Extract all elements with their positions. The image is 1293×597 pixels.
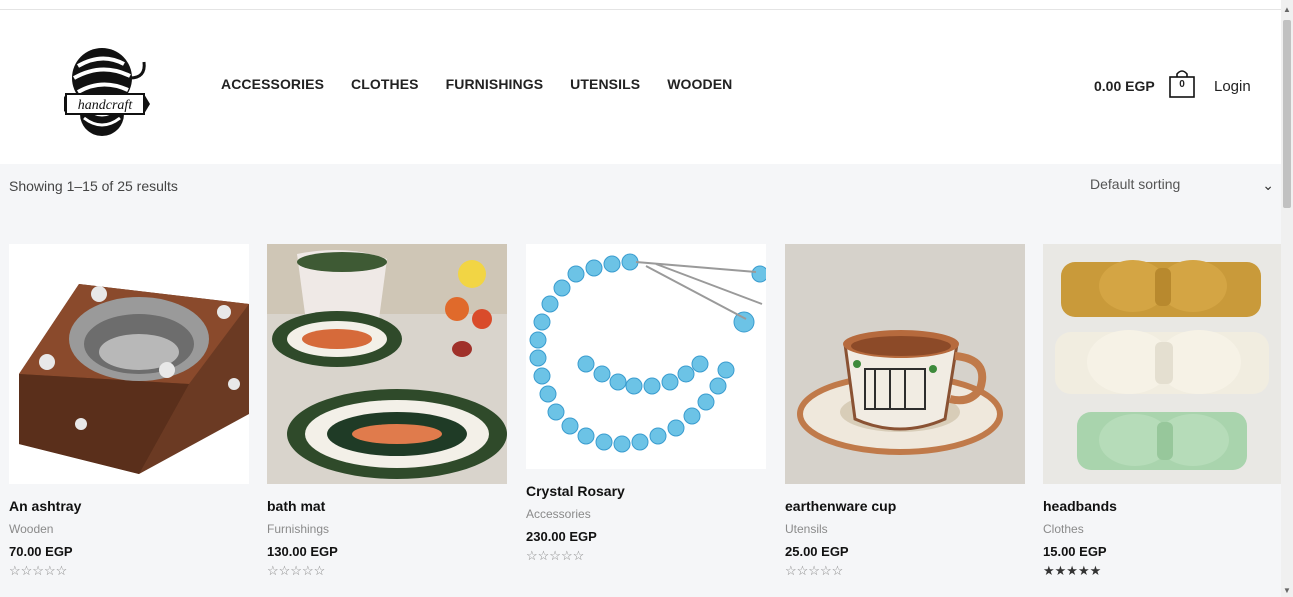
star-rating: ☆☆☆☆☆	[785, 563, 844, 578]
star-rating: ☆☆☆☆☆	[526, 548, 585, 563]
product-price: 70.00 EGP	[9, 544, 73, 559]
product-price: 15.00 EGP	[1043, 544, 1107, 559]
product-category[interactable]: Clothes	[1043, 522, 1283, 536]
login-link[interactable]: Login	[1214, 78, 1251, 95]
logo-text: handcraft	[78, 98, 134, 113]
product-category[interactable]: Utensils	[785, 522, 1025, 536]
browser-top-bar	[0, 0, 1281, 10]
product-price: 25.00 EGP	[785, 544, 849, 559]
handcraft-logo[interactable]: handcraft	[64, 38, 152, 138]
ashtray-image[interactable]	[9, 244, 249, 484]
nav-wooden[interactable]: WOODEN	[667, 76, 732, 92]
chevron-down-icon: ⌄	[1262, 177, 1274, 193]
scroll-down-arrow-icon[interactable]: ▼	[1283, 586, 1291, 595]
cart-total[interactable]: 0.00 EGP	[1094, 78, 1155, 94]
sorting-value: Default sorting	[1090, 176, 1181, 192]
bath-mat-image[interactable]	[267, 244, 507, 484]
cup-image[interactable]	[785, 244, 1025, 484]
nav-furnishings[interactable]: FURNISHINGS	[446, 76, 544, 92]
product-category[interactable]: Furnishings	[267, 522, 507, 536]
product-price: 230.00 EGP	[526, 529, 597, 544]
product-category[interactable]: Accessories	[526, 507, 766, 521]
product-card[interactable]: An ashtray Wooden 70.00 EGP ☆☆☆☆☆	[9, 244, 249, 579]
product-category[interactable]: Wooden	[9, 522, 249, 536]
star-rating: ★★★★★	[1043, 563, 1102, 578]
product-card[interactable]: headbands Clothes 15.00 EGP ★★★★★	[1043, 244, 1283, 579]
scrollbar-thumb[interactable]	[1283, 20, 1291, 208]
product-name[interactable]: earthenware cup	[785, 498, 1025, 514]
cart-count: 0	[1179, 79, 1185, 90]
headbands-image[interactable]	[1043, 244, 1283, 484]
nav-utensils[interactable]: UTENSILS	[570, 76, 640, 92]
nav-clothes[interactable]: CLOTHES	[351, 76, 419, 92]
product-card[interactable]: bath mat Furnishings 130.00 EGP ☆☆☆☆☆	[267, 244, 507, 579]
product-name[interactable]: bath mat	[267, 498, 507, 514]
product-name[interactable]: Crystal Rosary	[526, 483, 766, 499]
nav-accessories[interactable]: ACCESSORIES	[221, 76, 324, 92]
product-name[interactable]: headbands	[1043, 498, 1283, 514]
star-rating: ☆☆☆☆☆	[267, 563, 326, 578]
product-price: 130.00 EGP	[267, 544, 338, 559]
results-count: Showing 1–15 of 25 results	[9, 178, 178, 194]
page-scrollbar[interactable]: ▲ ▼	[1281, 0, 1293, 597]
scroll-up-arrow-icon[interactable]: ▲	[1283, 5, 1291, 14]
site-header: handcraft ACCESSORIES CLOTHES FURNISHING…	[0, 10, 1281, 164]
sorting-select[interactable]: Default sorting ⌄	[1090, 176, 1280, 198]
product-name[interactable]: An ashtray	[9, 498, 249, 514]
product-card[interactable]: earthenware cup Utensils 25.00 EGP ☆☆☆☆☆	[785, 244, 1025, 579]
product-card[interactable]: Crystal Rosary Accessories 230.00 EGP ☆☆…	[526, 244, 766, 564]
rosary-image[interactable]	[526, 244, 766, 469]
star-rating: ☆☆☆☆☆	[9, 563, 68, 578]
main-navigation: ACCESSORIES CLOTHES FURNISHINGS UTENSILS…	[221, 76, 759, 92]
